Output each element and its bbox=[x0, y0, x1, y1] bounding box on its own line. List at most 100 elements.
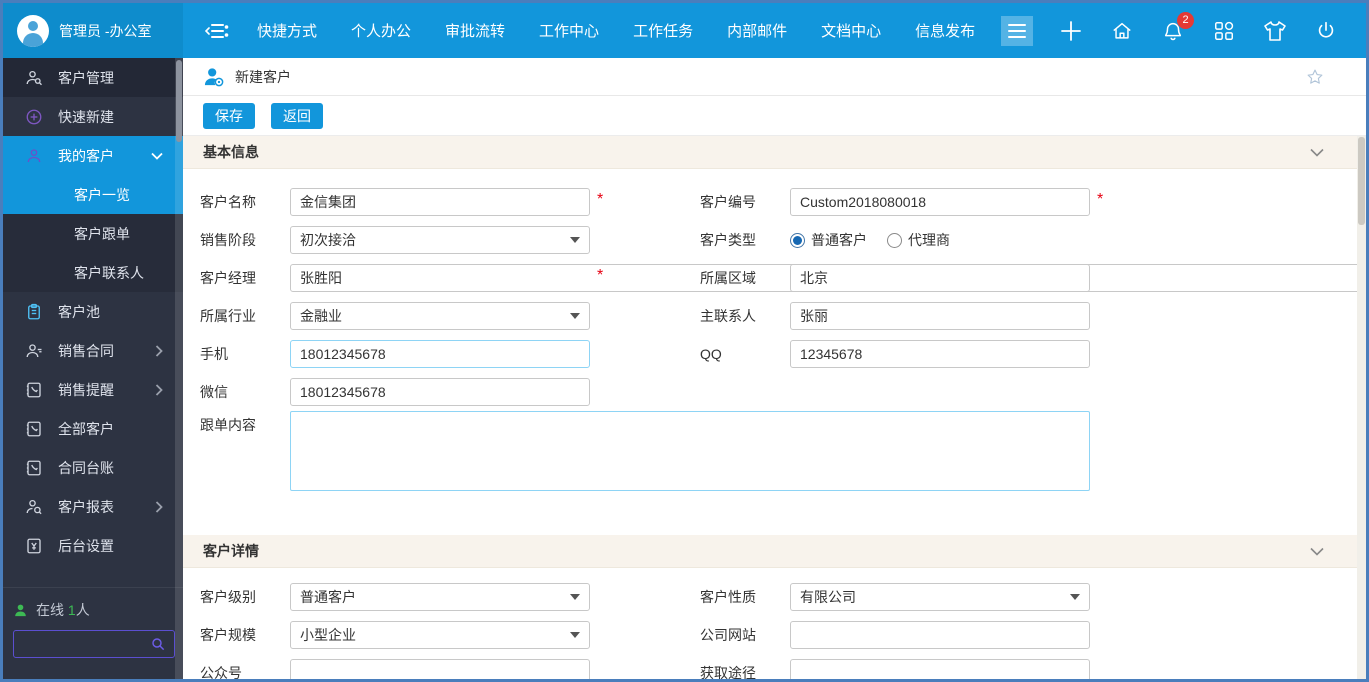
add-icon[interactable] bbox=[1059, 19, 1083, 43]
sidebar-item-customer-report[interactable]: 客户报表 bbox=[3, 487, 183, 526]
customer-no-input[interactable] bbox=[790, 188, 1090, 216]
customer-name-input[interactable] bbox=[290, 188, 590, 216]
customer-level-select[interactable]: 普通客户 bbox=[290, 583, 590, 611]
form-row: 微信 bbox=[183, 373, 1366, 411]
clipboard-icon bbox=[23, 303, 45, 321]
form-row: 销售阶段 初次接洽 客户类型 普通客户 代理商 bbox=[183, 221, 1366, 259]
caret-down-icon bbox=[570, 594, 580, 600]
save-button[interactable]: 保存 bbox=[203, 102, 255, 129]
sidebar-item-all-customers[interactable]: 全部客户 bbox=[3, 409, 183, 448]
toolbar: 保存 返回 bbox=[183, 96, 1366, 136]
chevron-right-icon bbox=[155, 344, 163, 357]
circle-plus-icon bbox=[23, 108, 45, 126]
form-region: 基本信息 客户名称 * 客户编号 * 销售阶段 bbox=[183, 136, 1366, 679]
section-customer-detail[interactable]: 客户详情 bbox=[183, 535, 1366, 568]
sidebar-item-contract-ledger[interactable]: 合同台账 bbox=[3, 448, 183, 487]
radio-normal-customer[interactable] bbox=[790, 232, 805, 248]
follow-content-textarea[interactable] bbox=[290, 411, 1090, 491]
search-icon[interactable] bbox=[150, 636, 166, 652]
section-title: 基本信息 bbox=[203, 144, 259, 160]
customer-scale-select[interactable]: 小型企业 bbox=[290, 621, 590, 649]
online-count: 1 bbox=[67, 602, 76, 618]
sidebar-item-customer-list[interactable]: 客户一览 bbox=[3, 175, 183, 214]
content-scrollbar-thumb[interactable] bbox=[1358, 137, 1365, 225]
qq-input[interactable] bbox=[790, 340, 1090, 368]
industry-select[interactable]: 金融业 bbox=[290, 302, 590, 330]
user-avatar-icon bbox=[17, 14, 49, 47]
region-input[interactable] bbox=[790, 264, 1090, 292]
menu-item-internal-mail[interactable]: 内部邮件 bbox=[727, 20, 787, 41]
power-icon[interactable] bbox=[1314, 19, 1338, 43]
wechat-input[interactable] bbox=[290, 378, 590, 406]
sidebar-scrollbar[interactable] bbox=[175, 58, 183, 679]
new-customer-icon bbox=[203, 67, 225, 87]
menu-item-personal-office[interactable]: 个人办公 bbox=[351, 20, 411, 41]
person-icon bbox=[23, 147, 45, 165]
sidebar-search-input[interactable] bbox=[22, 636, 150, 652]
user-name: 管理员 -办公室 bbox=[59, 22, 152, 39]
main-content: 新建客户 保存 返回 基本信息 客户名称 * 客户编号 bbox=[183, 58, 1366, 679]
official-account-input[interactable] bbox=[290, 659, 590, 679]
acquisition-label: 获取途径 bbox=[700, 665, 756, 679]
chevron-right-icon bbox=[155, 500, 163, 513]
main-contact-label: 主联系人 bbox=[700, 308, 756, 324]
person-doc-icon bbox=[23, 342, 45, 360]
favorite-star-icon[interactable] bbox=[1306, 68, 1324, 86]
sidebar-scrollbar-thumb[interactable] bbox=[176, 60, 182, 142]
basic-fields: 客户名称 * 客户编号 * 销售阶段 初次接洽 客户类型 bbox=[183, 169, 1366, 505]
notifications-bell-icon[interactable]: 2 bbox=[1161, 11, 1194, 43]
section-title: 客户详情 bbox=[203, 543, 259, 559]
sidebar-item-customer-contacts[interactable]: 客户联系人 bbox=[3, 253, 183, 292]
section-basic-info[interactable]: 基本信息 bbox=[183, 136, 1366, 169]
form-row: 手机 QQ bbox=[183, 335, 1366, 373]
sidebar-item-my-customers[interactable]: 我的客户 bbox=[3, 136, 183, 175]
account-manager-label: 客户经理 bbox=[200, 270, 256, 286]
form-row-textarea: 跟单内容 bbox=[183, 411, 1366, 505]
required-asterisk: * bbox=[597, 191, 604, 208]
customer-type-label: 客户类型 bbox=[700, 232, 756, 248]
sidebar-search-box[interactable] bbox=[13, 630, 175, 658]
acquisition-input[interactable] bbox=[790, 659, 1090, 679]
sidebar-item-sales-contract[interactable]: 销售合同 bbox=[3, 331, 183, 370]
chevron-right-icon bbox=[155, 383, 163, 396]
customer-nature-select[interactable]: 有限公司 bbox=[790, 583, 1090, 611]
sidebar-item-sales-reminder[interactable]: 销售提醒 bbox=[3, 370, 183, 409]
sidebar-item-customer-management[interactable]: 客户管理 bbox=[3, 58, 183, 97]
radio-agent[interactable] bbox=[887, 232, 902, 248]
menu-item-work-center[interactable]: 工作中心 bbox=[539, 20, 599, 41]
back-button[interactable]: 返回 bbox=[271, 102, 323, 129]
app-window: 管理员 -办公室 快捷方式 个人办公 审批流转 工作中心 工作任务 内部邮件 文… bbox=[0, 0, 1369, 682]
notification-badge: 2 bbox=[1177, 11, 1194, 29]
menu-item-work-tasks[interactable]: 工作任务 bbox=[633, 20, 693, 41]
radio-label: 普通客户 bbox=[811, 232, 867, 248]
main-contact-input[interactable] bbox=[790, 302, 1090, 330]
company-site-input[interactable] bbox=[790, 621, 1090, 649]
sales-stage-select[interactable]: 初次接洽 bbox=[290, 226, 590, 254]
settings-book-icon bbox=[23, 537, 45, 555]
user-pane[interactable]: 管理员 -办公室 bbox=[3, 3, 183, 58]
home-icon[interactable] bbox=[1110, 19, 1134, 43]
online-person-icon bbox=[13, 603, 28, 618]
follow-content-label: 跟单内容 bbox=[200, 417, 256, 433]
sidebar-item-quick-new[interactable]: 快速新建 bbox=[3, 97, 183, 136]
menu-item-shortcuts[interactable]: 快捷方式 bbox=[257, 20, 317, 41]
menu-item-document-center[interactable]: 文档中心 bbox=[821, 20, 881, 41]
apps-grid-icon[interactable] bbox=[1212, 19, 1236, 43]
sidebar-item-backend-settings[interactable]: 后台设置 bbox=[3, 526, 183, 565]
form-row: 公众号 获取途径 bbox=[183, 654, 1366, 679]
menu-item-approval-flow[interactable]: 审批流转 bbox=[445, 20, 505, 41]
sidebar-item-customer-follow[interactable]: 客户跟单 bbox=[3, 214, 183, 253]
sidebar-item-customer-pool[interactable]: 客户池 bbox=[3, 292, 183, 331]
content-scrollbar[interactable] bbox=[1357, 136, 1366, 679]
form-row: 所属行业 金融业 主联系人 bbox=[183, 297, 1366, 335]
caret-down-icon bbox=[1070, 594, 1080, 600]
theme-shirt-icon[interactable] bbox=[1263, 19, 1287, 43]
chevron-down-icon[interactable] bbox=[1310, 547, 1324, 556]
mobile-input[interactable] bbox=[290, 340, 590, 368]
customer-nature-label: 客户性质 bbox=[700, 589, 756, 605]
hamburger-menu-icon[interactable] bbox=[1001, 15, 1034, 46]
chevron-down-icon[interactable] bbox=[1310, 148, 1324, 157]
sidebar: 客户管理 快速新建 我的客户 客户一览 客户跟单 客户联系人 客户池 销售合同 … bbox=[3, 58, 183, 679]
menu-item-info-publish[interactable]: 信息发布 bbox=[915, 20, 975, 41]
collapse-menu-icon[interactable] bbox=[205, 21, 229, 41]
